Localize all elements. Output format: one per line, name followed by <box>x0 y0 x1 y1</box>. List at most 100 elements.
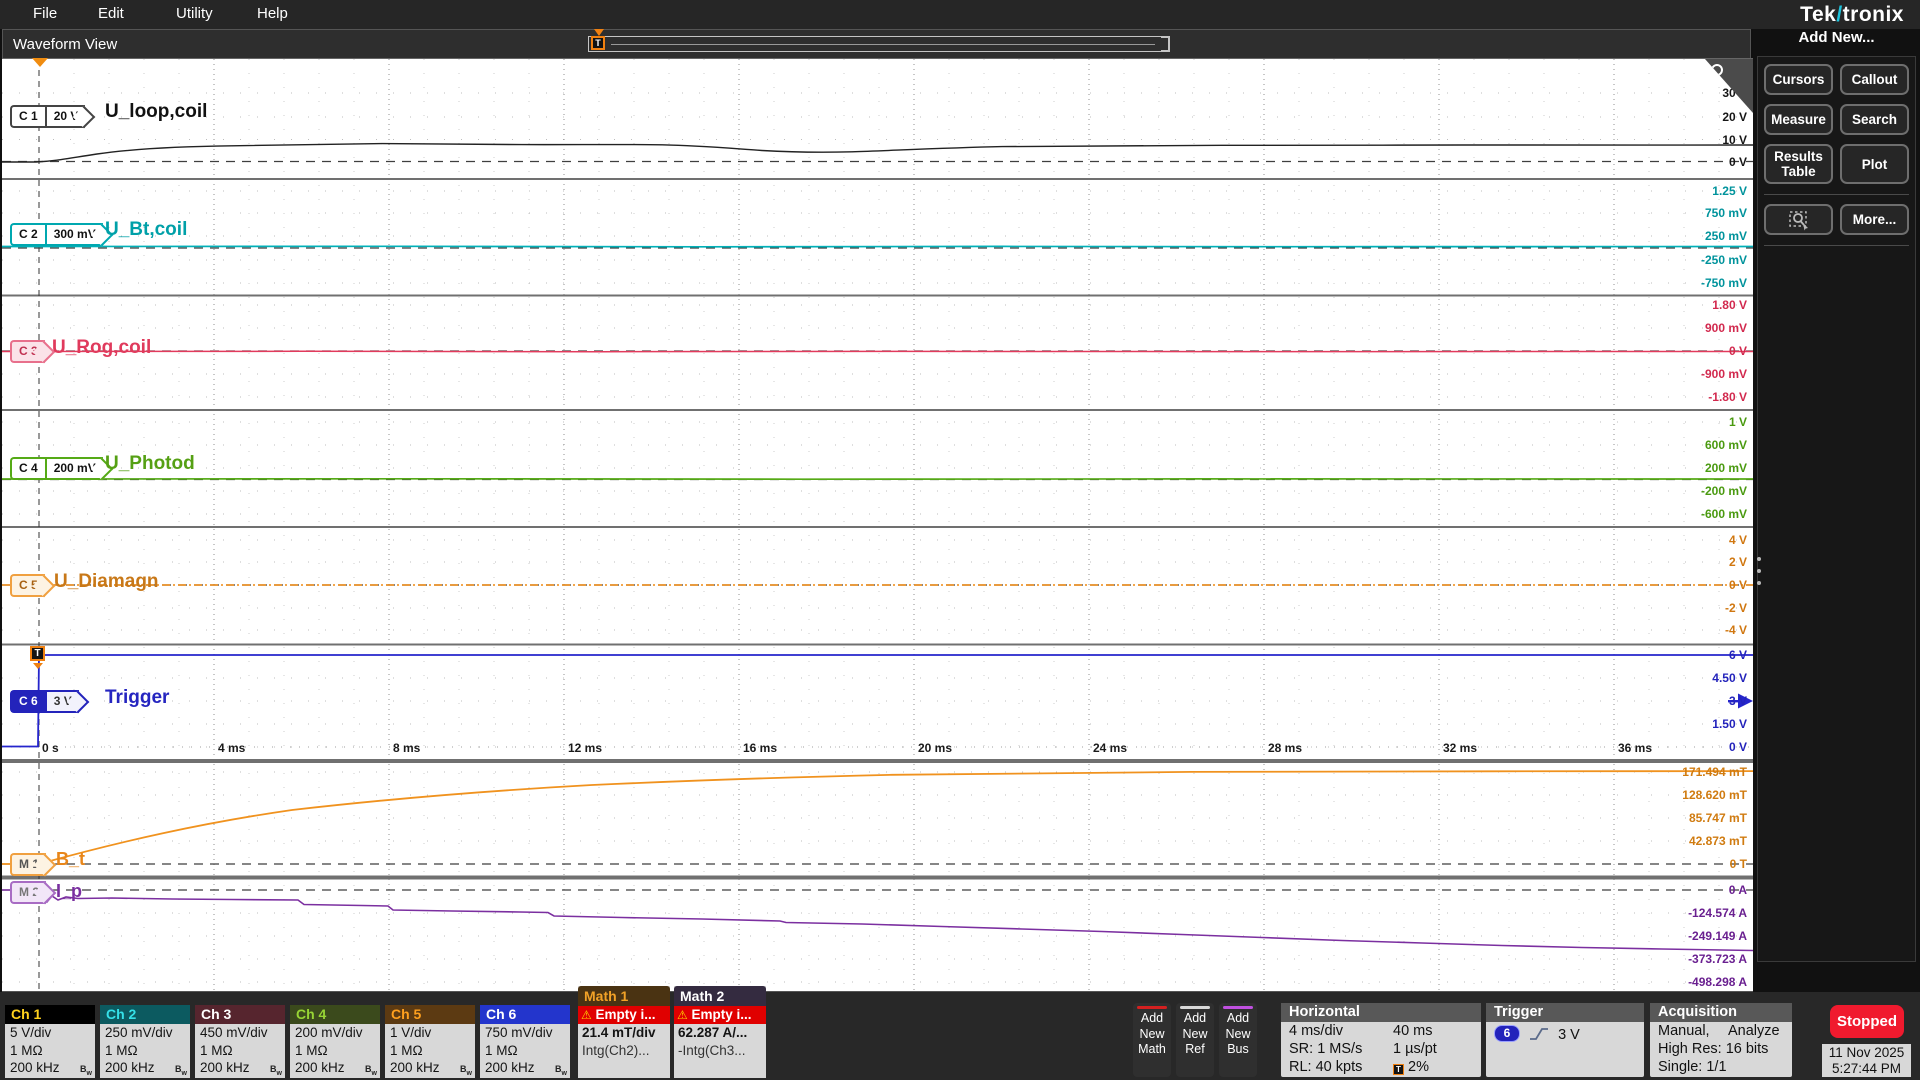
badge-math1[interactable]: M 1 <box>10 853 53 876</box>
ch6-impedance: 1 MΩ <box>480 1042 570 1060</box>
ch1-settings-badge[interactable]: Ch 1 5 V/div 1 MΩ 200 kHzBw <box>5 1005 95 1078</box>
axis-label: 42.873 mT <box>1617 834 1747 848</box>
search-button[interactable]: Search <box>1840 104 1909 135</box>
badge-ch5[interactable]: C 5 <box>10 574 52 597</box>
trace-label-math1: B_t <box>56 849 85 870</box>
badge-ch6[interactable]: C 63 V <box>10 690 86 713</box>
math2-title: Math 2 <box>674 986 766 1006</box>
axis-label: 600 mV <box>1617 438 1747 452</box>
time-text: 5:27:44 PM <box>1822 1061 1911 1077</box>
trace-label-ch5: U_Diamagn <box>54 571 159 593</box>
trace-label-ch2: U_Bt,coil <box>105 219 187 241</box>
waveform-plot[interactable]: T C 120 V U_loop,coil C 2300 mV U_Bt,coi… <box>2 58 1753 992</box>
math2-source: -Intg(Ch3... <box>674 1042 766 1060</box>
axis-label: 0 V <box>1617 344 1747 358</box>
axis-label: 1.50 V <box>1617 717 1747 731</box>
time-label: 4 ms <box>218 741 245 755</box>
horizontal-panel[interactable]: Horizontal 4 ms/div40 ms SR: 1 MS/s1 µs/… <box>1281 1003 1481 1077</box>
scrollbar-handle[interactable] <box>1161 37 1169 51</box>
axis-label: 128.620 mT <box>1617 788 1747 802</box>
ch4-settings-badge[interactable]: Ch 4 200 mV/div 1 MΩ 200 kHzBw <box>290 1005 380 1078</box>
ch1-vdiv: 5 V/div <box>5 1024 95 1042</box>
badge-ch1[interactable]: C 120 V <box>10 105 92 128</box>
more-button[interactable]: More... <box>1840 204 1909 235</box>
trigger-level: 3 V <box>1558 1027 1580 1043</box>
ch4-vdiv: 200 mV/div <box>290 1024 380 1042</box>
trace-ch2 <box>2 246 1753 247</box>
axis-label: 6 V <box>1617 648 1747 662</box>
add-new-ref-button[interactable]: AddNewRef <box>1176 1003 1214 1077</box>
trace-label-math2: I_p <box>56 881 82 902</box>
axis-label: 10 V <box>1617 133 1747 147</box>
axis-label: 1.80 V <box>1617 298 1747 312</box>
badge-ch4[interactable]: C 4200 mV <box>10 457 110 480</box>
bw-limit-icon: Bw <box>460 1061 472 1080</box>
callout-button[interactable]: Callout <box>1840 64 1909 95</box>
ch2-title: Ch 2 <box>100 1005 190 1024</box>
axis-label: -249.149 A <box>1617 929 1747 943</box>
acquisition-single: Single: 1/1 <box>1650 1058 1792 1076</box>
time-label: 24 ms <box>1093 741 1127 755</box>
trigger-point-marker[interactable]: T <box>30 646 45 661</box>
ch3-title: Ch 3 <box>195 1005 285 1024</box>
plot-button[interactable]: Plot <box>1840 144 1909 184</box>
menu-bar: File Edit Utility Help Tek/tronix <box>0 0 1920 29</box>
badge-math2[interactable]: M 2 <box>10 881 53 904</box>
bw-limit-icon: Bw <box>555 1061 567 1080</box>
acquisition-analyze: Analyze <box>1728 1022 1780 1040</box>
menu-file[interactable]: File <box>33 5 57 22</box>
math1-scale: 21.4 mT/div <box>578 1024 670 1042</box>
axis-label: 30 V <box>1617 86 1747 100</box>
oscilloscope-screen: File Edit Utility Help Tek/tronix Wavefo… <box>0 0 1920 1080</box>
ch3-settings-badge[interactable]: Ch 3 450 mV/div 1 MΩ 200 kHzBw <box>195 1005 285 1078</box>
menu-utility[interactable]: Utility <box>176 5 213 22</box>
measure-button[interactable]: Measure <box>1764 104 1833 135</box>
math2-settings-badge[interactable]: Math 2 ⚠ Empty i... 62.287 A/... -Intg(C… <box>674 986 766 1078</box>
time-label: 12 ms <box>568 741 602 755</box>
cursors-button[interactable]: Cursors <box>1764 64 1833 95</box>
ch4-bandwidth: 200 kHzBw <box>290 1059 380 1077</box>
bw-limit-icon: Bw <box>365 1061 377 1080</box>
trigger-panel[interactable]: Trigger 6 3 V <box>1486 1003 1644 1077</box>
math1-source: Intg(Ch2)... <box>578 1042 670 1060</box>
trigger-time-marker-icon[interactable] <box>32 58 48 75</box>
axis-label: -750 mV <box>1617 276 1747 290</box>
bw-limit-icon: Bw <box>175 1061 187 1080</box>
sidebar-divider <box>1764 194 1909 195</box>
rising-edge-icon <box>1528 1026 1550 1042</box>
ch2-vdiv: 250 mV/div <box>100 1024 190 1042</box>
add-new-bus-button[interactable]: AddNewBus <box>1219 1003 1257 1077</box>
ch5-vdiv: 1 V/div <box>385 1024 475 1042</box>
math2-scale: 62.287 A/... <box>674 1024 766 1042</box>
ch6-title: Ch 6 <box>480 1005 570 1024</box>
menu-edit[interactable]: Edit <box>98 5 124 22</box>
sidebar-panel: Cursors Callout Measure Search Results T… <box>1757 56 1916 962</box>
ch3-impedance: 1 MΩ <box>195 1042 285 1060</box>
trace-label-ch4: U_Photod <box>105 453 195 475</box>
ch2-impedance: 1 MΩ <box>100 1042 190 1060</box>
ch6-settings-badge[interactable]: Ch 6 750 mV/div 1 MΩ 200 kHzBw <box>480 1005 570 1078</box>
sidebar-divider <box>1764 245 1909 246</box>
acquisition-panel[interactable]: Acquisition Manual,Analyze High Res: 16 … <box>1650 1003 1792 1077</box>
ch5-title: Ch 5 <box>385 1005 475 1024</box>
axis-label: -250 mV <box>1617 253 1747 267</box>
axis-label: 1.25 V <box>1617 184 1747 198</box>
trigger-position-flag-icon[interactable]: T <box>591 36 605 50</box>
zoom-select-button[interactable] <box>1764 204 1833 235</box>
math1-settings-badge[interactable]: Math 1 ⚠ Empty i... 21.4 mT/div Intg(Ch2… <box>578 986 670 1078</box>
ch2-settings-badge[interactable]: Ch 2 250 mV/div 1 MΩ 200 kHzBw <box>100 1005 190 1078</box>
axis-label: 0 T <box>1617 857 1747 871</box>
ch3-bandwidth: 200 kHzBw <box>195 1059 285 1077</box>
run-stop-status-button[interactable]: Stopped <box>1830 1005 1904 1038</box>
badge-ch3[interactable]: C 3 <box>10 340 52 363</box>
panel-drag-handle[interactable] <box>1757 557 1763 593</box>
menu-help[interactable]: Help <box>257 5 288 22</box>
add-new-math-button[interactable]: AddNewMath <box>1133 1003 1171 1077</box>
tektronix-logo: Tek/tronix <box>1800 3 1904 27</box>
badge-ch2[interactable]: C 2300 mV <box>10 223 110 246</box>
ch5-settings-badge[interactable]: Ch 5 1 V/div 1 MΩ 200 kHzBw <box>385 1005 475 1078</box>
horizontal-position-scrollbar[interactable]: T <box>588 36 1170 52</box>
horizontal-window: 40 ms <box>1393 1022 1433 1040</box>
results-table-button[interactable]: Results Table <box>1764 144 1833 184</box>
axis-label: 4.50 V <box>1617 671 1747 685</box>
